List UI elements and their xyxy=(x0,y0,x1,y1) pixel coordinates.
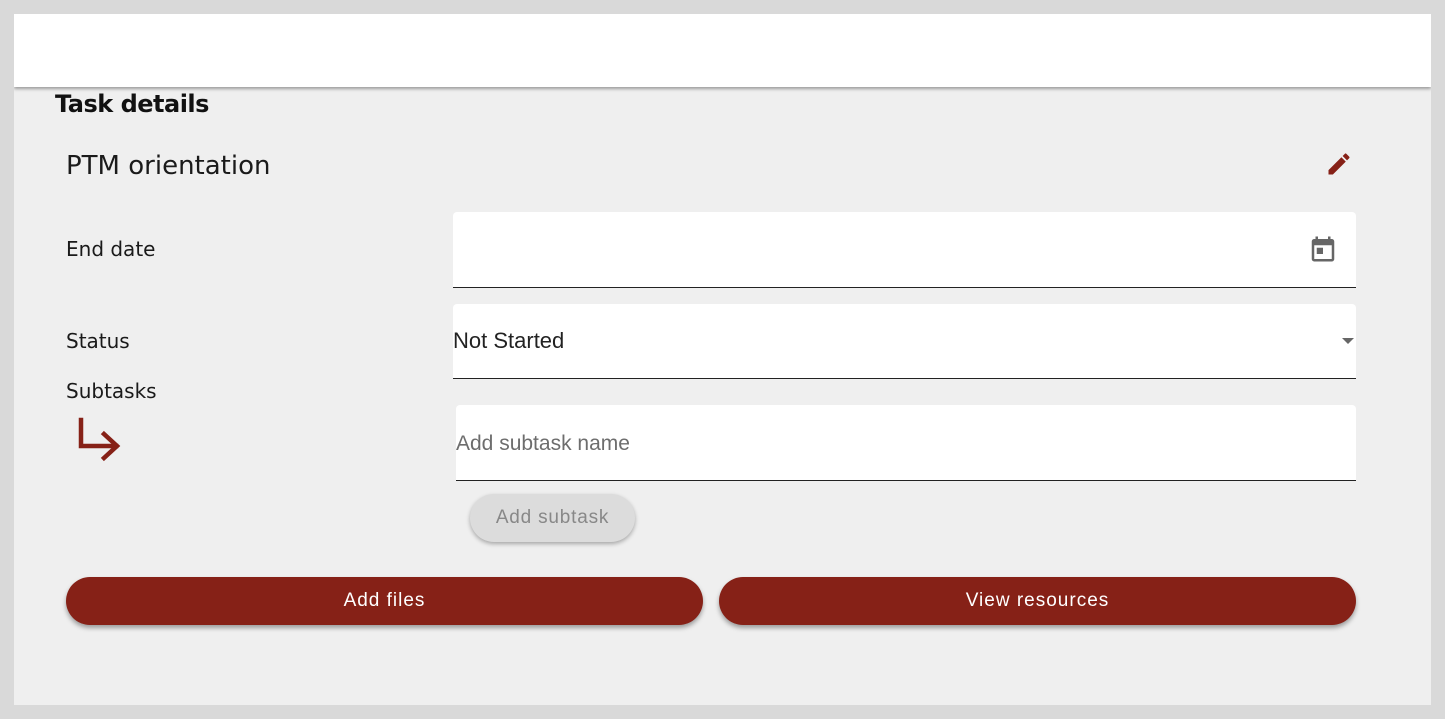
arrow-down-right-icon xyxy=(76,416,122,464)
section-title: Task details xyxy=(55,90,209,118)
status-selected-value: Not Started xyxy=(453,328,565,353)
end-date-label: End date xyxy=(66,237,156,261)
pencil-icon[interactable] xyxy=(1325,150,1353,178)
subtasks-label: Subtasks xyxy=(66,379,157,403)
status-label: Status xyxy=(66,329,130,353)
end-date-field[interactable] xyxy=(453,212,1356,288)
chevron-down-icon[interactable] xyxy=(1342,338,1354,344)
add-subtask-button[interactable]: Add subtask xyxy=(470,494,635,542)
task-name: PTM orientation xyxy=(66,151,271,181)
subtask-name-input[interactable] xyxy=(456,405,1356,480)
subtask-name-field[interactable] xyxy=(456,405,1356,481)
task-details-panel: Task details PTM orientation End date St… xyxy=(14,14,1431,705)
add-files-button[interactable]: Add files xyxy=(66,577,703,625)
top-bar xyxy=(14,14,1431,87)
view-resources-button[interactable]: View resources xyxy=(719,577,1356,625)
status-select[interactable]: Not Started xyxy=(453,304,1356,379)
calendar-icon[interactable] xyxy=(1308,234,1338,264)
